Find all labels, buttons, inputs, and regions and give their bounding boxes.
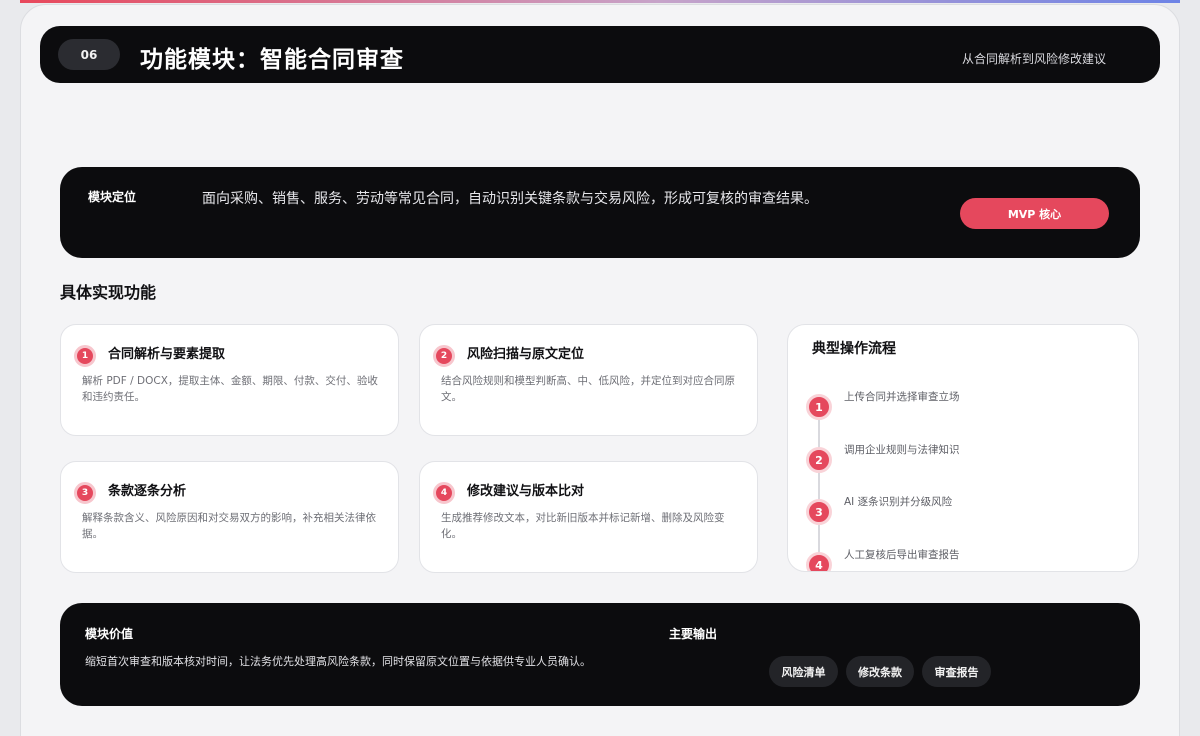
workflow-card: 典型操作流程 1 上传合同并选择审查立场 2 调用企业规则与法律知识 3 AI … <box>787 324 1139 572</box>
feature-description: 结合风险规则和模型判断高、中、低风险，并定位到对应合同原文。 <box>441 375 735 403</box>
workflow-timeline-line <box>818 407 820 571</box>
workflow-step-number-2: 2 <box>806 447 832 473</box>
feature-number-4: 4 <box>433 482 455 504</box>
value-description: 缩短首次审查和版本核对时间，让法务优先处理高风险条款，同时保留原文位置与依据供专… <box>85 655 591 668</box>
page-title: 功能模块：智能合同审查 <box>140 47 404 73</box>
positioning-description: 面向采购、销售、服务、劳动等常见合同，自动识别关键条款与交易风险，形成可复核的审… <box>202 191 818 207</box>
feature-title: 修改建议与版本比对 <box>467 484 585 499</box>
section-number-badge: 06 <box>58 39 120 70</box>
feature-description: 解析 PDF / DOCX，提取主体、金额、期限、付款、交付、验收和违约责任。 <box>82 375 378 403</box>
features-section-title: 具体实现功能 <box>60 283 157 302</box>
feature-title: 合同解析与要素提取 <box>108 347 226 362</box>
workflow-step-number-3: 3 <box>806 499 832 525</box>
page-subtitle: 从合同解析到风险修改建议 <box>961 52 1106 66</box>
workflow-step-number-1: 1 <box>806 394 832 420</box>
feature-card-risk-scan: 2 风险扫描与原文定位 结合风险规则和模型判断高、中、低风险，并定位到对应合同原… <box>419 324 758 436</box>
outputs-label: 主要输出 <box>669 627 718 641</box>
feature-card-revision-compare: 4 修改建议与版本比对 生成推荐修改文本，对比新旧版本并标记新增、删除及风险变化… <box>419 461 758 573</box>
workflow-title: 典型操作流程 <box>812 341 896 357</box>
value-label: 模块价值 <box>85 627 134 641</box>
output-tag-revised-clauses: 修改条款 <box>846 656 914 687</box>
workflow-step-text: AI 逐条识别并分级风险 <box>844 496 953 508</box>
module-positioning-panel: 模块定位 面向采购、销售、服务、劳动等常见合同，自动识别关键条款与交易风险，形成… <box>60 167 1140 258</box>
output-tag-risk-list: 风险清单 <box>769 656 838 687</box>
positioning-label: 模块定位 <box>88 190 137 204</box>
top-accent-line <box>20 0 1180 3</box>
feature-description: 生成推荐修改文本，对比新旧版本并标记新增、删除及风险变化。 <box>441 512 725 540</box>
module-value-panel: 模块价值 缩短首次审查和版本核对时间，让法务优先处理高风险条款，同时保留原文位置… <box>60 603 1140 706</box>
mvp-core-badge: MVP 核心 <box>960 198 1109 229</box>
output-tag-review-report: 审查报告 <box>922 656 991 687</box>
workflow-step-number-4: 4 <box>806 552 832 571</box>
feature-card-parsing: 1 合同解析与要素提取 解析 PDF / DOCX，提取主体、金额、期限、付款、… <box>60 324 399 436</box>
header-bar: 06 功能模块：智能合同审查 从合同解析到风险修改建议 <box>40 26 1160 83</box>
feature-title: 条款逐条分析 <box>108 484 187 499</box>
workflow-step-text: 上传合同并选择审查立场 <box>844 391 960 403</box>
feature-card-clause-analysis: 3 条款逐条分析 解释条款含义、风险原因和对交易双方的影响，补充相关法律依据。 <box>60 461 399 573</box>
feature-number-3: 3 <box>74 482 96 504</box>
feature-number-1: 1 <box>74 345 96 367</box>
feature-description: 解释条款含义、风险原因和对交易双方的影响，补充相关法律依据。 <box>82 512 376 540</box>
workflow-step-text: 调用企业规则与法律知识 <box>844 444 960 456</box>
workflow-step-text: 人工复核后导出审查报告 <box>844 549 960 561</box>
feature-title: 风险扫描与原文定位 <box>467 347 585 362</box>
feature-number-2: 2 <box>433 345 455 367</box>
